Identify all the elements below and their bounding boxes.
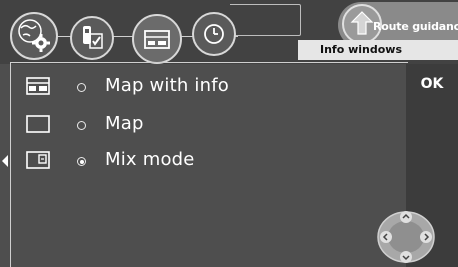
option-label: Mix mode bbox=[105, 149, 195, 170]
top-bar: Route guidance Info windows bbox=[0, 0, 458, 64]
option-map-with-info[interactable]: Map with info bbox=[26, 72, 396, 102]
active-section-tab: Info windows bbox=[298, 40, 458, 60]
active-section-label: Info windows bbox=[320, 43, 403, 56]
route-guidance-label[interactable]: Route guidance bbox=[373, 20, 458, 33]
option-map[interactable]: Map bbox=[26, 110, 396, 140]
back-arrow-icon[interactable] bbox=[2, 155, 8, 167]
map-icon bbox=[26, 115, 50, 133]
ok-button[interactable]: OK bbox=[406, 76, 458, 100]
header-frame bbox=[230, 4, 301, 36]
list-frame-left bbox=[10, 62, 11, 267]
option-label: Map bbox=[105, 113, 144, 134]
globe-settings-icon[interactable] bbox=[10, 12, 58, 60]
mix-mode-icon bbox=[26, 151, 50, 169]
radio-map-with-info[interactable] bbox=[77, 83, 86, 92]
option-mix-mode[interactable]: Mix mode bbox=[26, 146, 396, 176]
list-frame-top bbox=[10, 62, 408, 63]
radio-mix-mode[interactable] bbox=[77, 157, 86, 166]
phone-checklist-icon[interactable] bbox=[70, 16, 114, 60]
option-label: Map with info bbox=[105, 75, 229, 96]
joystick-icon[interactable] bbox=[372, 207, 436, 263]
window-icon[interactable] bbox=[132, 14, 182, 64]
navigation-screen: Route guidance Info windows Map with inf… bbox=[0, 0, 458, 267]
map-with-info-icon bbox=[26, 77, 50, 95]
radio-map[interactable] bbox=[77, 121, 86, 130]
clock-icon[interactable] bbox=[192, 12, 236, 56]
